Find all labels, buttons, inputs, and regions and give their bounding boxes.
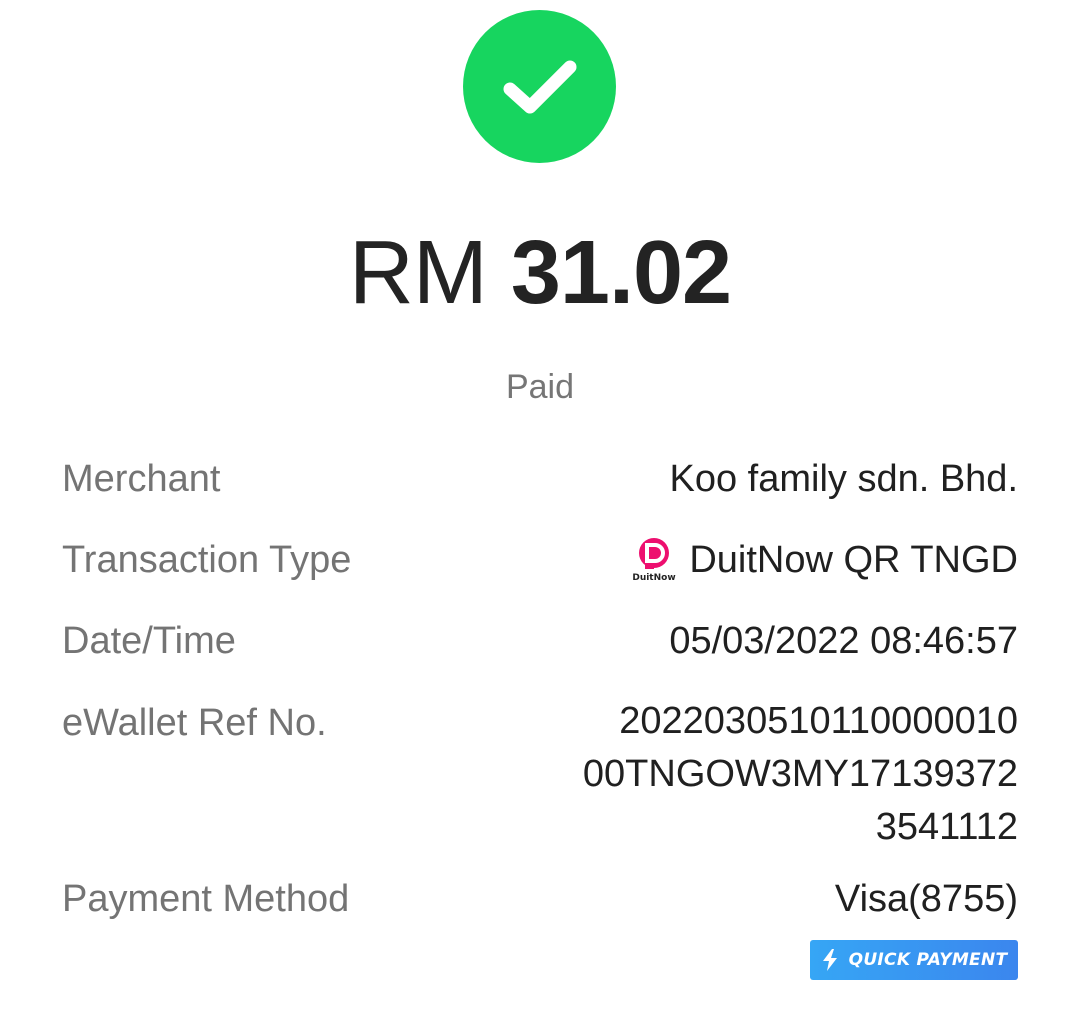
- amount-value: 31.02: [510, 223, 732, 323]
- date-time-label: Date/Time: [62, 620, 236, 662]
- quick-payment-label: QUICK PAYMENT: [848, 950, 1008, 970]
- payment-status: Paid: [505, 368, 575, 406]
- currency-label: RM: [348, 223, 488, 323]
- ewallet-ref-value: 2022030510110000010 00TNGOW3MY17139372 3…: [518, 695, 1018, 854]
- merchant-value: Koo family sdn. Bhd.: [669, 458, 1018, 500]
- transaction-type-label: Transaction Type: [62, 539, 352, 581]
- transaction-type-text: DuitNow QR TNGD: [689, 539, 1018, 581]
- transaction-type-value: DuitNow DuitNow QR TNGD: [625, 537, 1018, 585]
- date-time-value: 05/03/2022 08:46:57: [669, 620, 1018, 662]
- lightning-icon: [822, 949, 837, 971]
- payment-success-icon: [463, 10, 616, 163]
- quick-payment-button[interactable]: QUICK PAYMENT: [810, 940, 1018, 980]
- payment-method-value: Visa(8755): [834, 878, 1018, 920]
- ewallet-ref-line: 3541112: [875, 806, 1018, 848]
- duitnow-logo-text: DuitNow: [633, 573, 676, 582]
- ewallet-ref-label: eWallet Ref No.: [62, 702, 327, 744]
- check-icon: [503, 60, 576, 113]
- duitnow-logo-icon: DuitNow: [633, 537, 676, 582]
- ewallet-ref-line: 00TNGOW3MY17139372: [582, 753, 1018, 795]
- ewallet-ref-line: 2022030510110000010: [619, 700, 1018, 742]
- payment-method-label: Payment Method: [62, 878, 350, 920]
- payment-amount: RM 31.02: [0, 218, 1080, 328]
- merchant-label: Merchant: [62, 458, 221, 500]
